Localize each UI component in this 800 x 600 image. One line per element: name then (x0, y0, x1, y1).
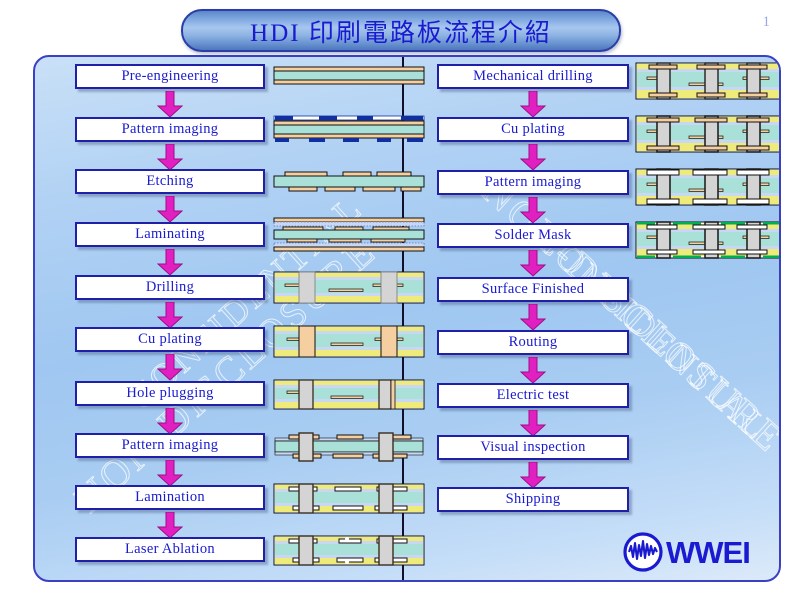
waveform-circle-icon (623, 532, 663, 572)
step-box[interactable]: Cu plating (437, 117, 629, 142)
flow-arrow-icon (157, 302, 183, 329)
pcb-diagram-inner-imaging (273, 431, 425, 463)
pcb-diagram-plugged-vias (273, 379, 425, 411)
pcb-diagram-etched-traces (273, 169, 425, 197)
flow-arrow-icon (157, 91, 183, 118)
pcb-diagram-resist-patterned (273, 114, 425, 144)
flow-arrow-icon (520, 462, 546, 489)
step-box[interactable]: Solder Mask (437, 223, 629, 248)
step-box[interactable]: Pattern imaging (75, 117, 265, 142)
step-box[interactable]: Pattern imaging (75, 433, 265, 458)
flow-arrow-icon (157, 512, 183, 539)
flow-arrow-icon (520, 410, 546, 437)
logo-wordmark: WWEI (666, 534, 751, 570)
step-box[interactable]: Etching (75, 169, 265, 194)
step-box[interactable]: Laser Ablation (75, 537, 265, 562)
pcb-diagram-laser-microvia (273, 535, 425, 567)
flow-arrow-icon (520, 357, 546, 384)
flow-arrow-icon (520, 250, 546, 277)
pcb-diagram-prepreg-stack (273, 217, 425, 253)
page-title: HDI 印刷電路板流程介紹 (250, 19, 552, 47)
step-box[interactable]: Electric test (437, 383, 629, 408)
pcb-diagram-plated-vias (273, 325, 425, 359)
step-box[interactable]: Mechanical drilling (437, 64, 629, 89)
company-logo: WWEI (623, 529, 773, 575)
step-box[interactable]: Drilling (75, 275, 265, 300)
flow-arrow-icon (157, 249, 183, 276)
step-box[interactable]: Shipping (437, 487, 629, 512)
step-box[interactable]: Visual inspection (437, 435, 629, 460)
step-box[interactable]: Surface Finished (437, 277, 629, 302)
step-box[interactable]: Lamination (75, 485, 265, 510)
flow-arrow-icon (157, 354, 183, 381)
pcb-diagram-solder-mask (635, 220, 779, 262)
flow-arrow-icon (157, 408, 183, 435)
flow-arrow-icon (157, 196, 183, 223)
pcb-diagram-outer-imaging (635, 167, 779, 209)
flow-arrow-icon (520, 197, 546, 224)
step-box[interactable]: Routing (437, 330, 629, 355)
pcb-diagram-outer-lamination (273, 483, 425, 515)
step-box[interactable]: Laminating (75, 222, 265, 247)
flow-arrow-icon (520, 91, 546, 118)
step-box[interactable]: Hole plugging (75, 381, 265, 406)
pcb-diagram-drilled-holes (273, 271, 425, 305)
step-box[interactable]: Pre-engineering (75, 64, 265, 89)
pcb-diagram-laminate-base (273, 64, 425, 86)
pcb-diagram-mech-drilled (635, 61, 779, 103)
slide-canvas: HDI 印刷電路板流程介紹 1 NON-DISCLOSURE CONFIDENT… (0, 0, 800, 600)
pcb-diagram-through-plated (635, 114, 779, 156)
slide-title-banner: HDI 印刷電路板流程介紹 (181, 9, 621, 52)
page-number: 1 (762, 14, 771, 30)
flow-arrow-icon (520, 144, 546, 171)
flow-arrow-icon (157, 144, 183, 171)
flow-arrow-icon (157, 460, 183, 487)
flow-panel: NON-DISCLOSURE CONFIDENTIAL NON-DISCLOSU… (33, 55, 781, 582)
flow-arrow-icon (520, 304, 546, 331)
step-box[interactable]: Cu plating (75, 327, 265, 352)
step-box[interactable]: Pattern imaging (437, 170, 629, 195)
